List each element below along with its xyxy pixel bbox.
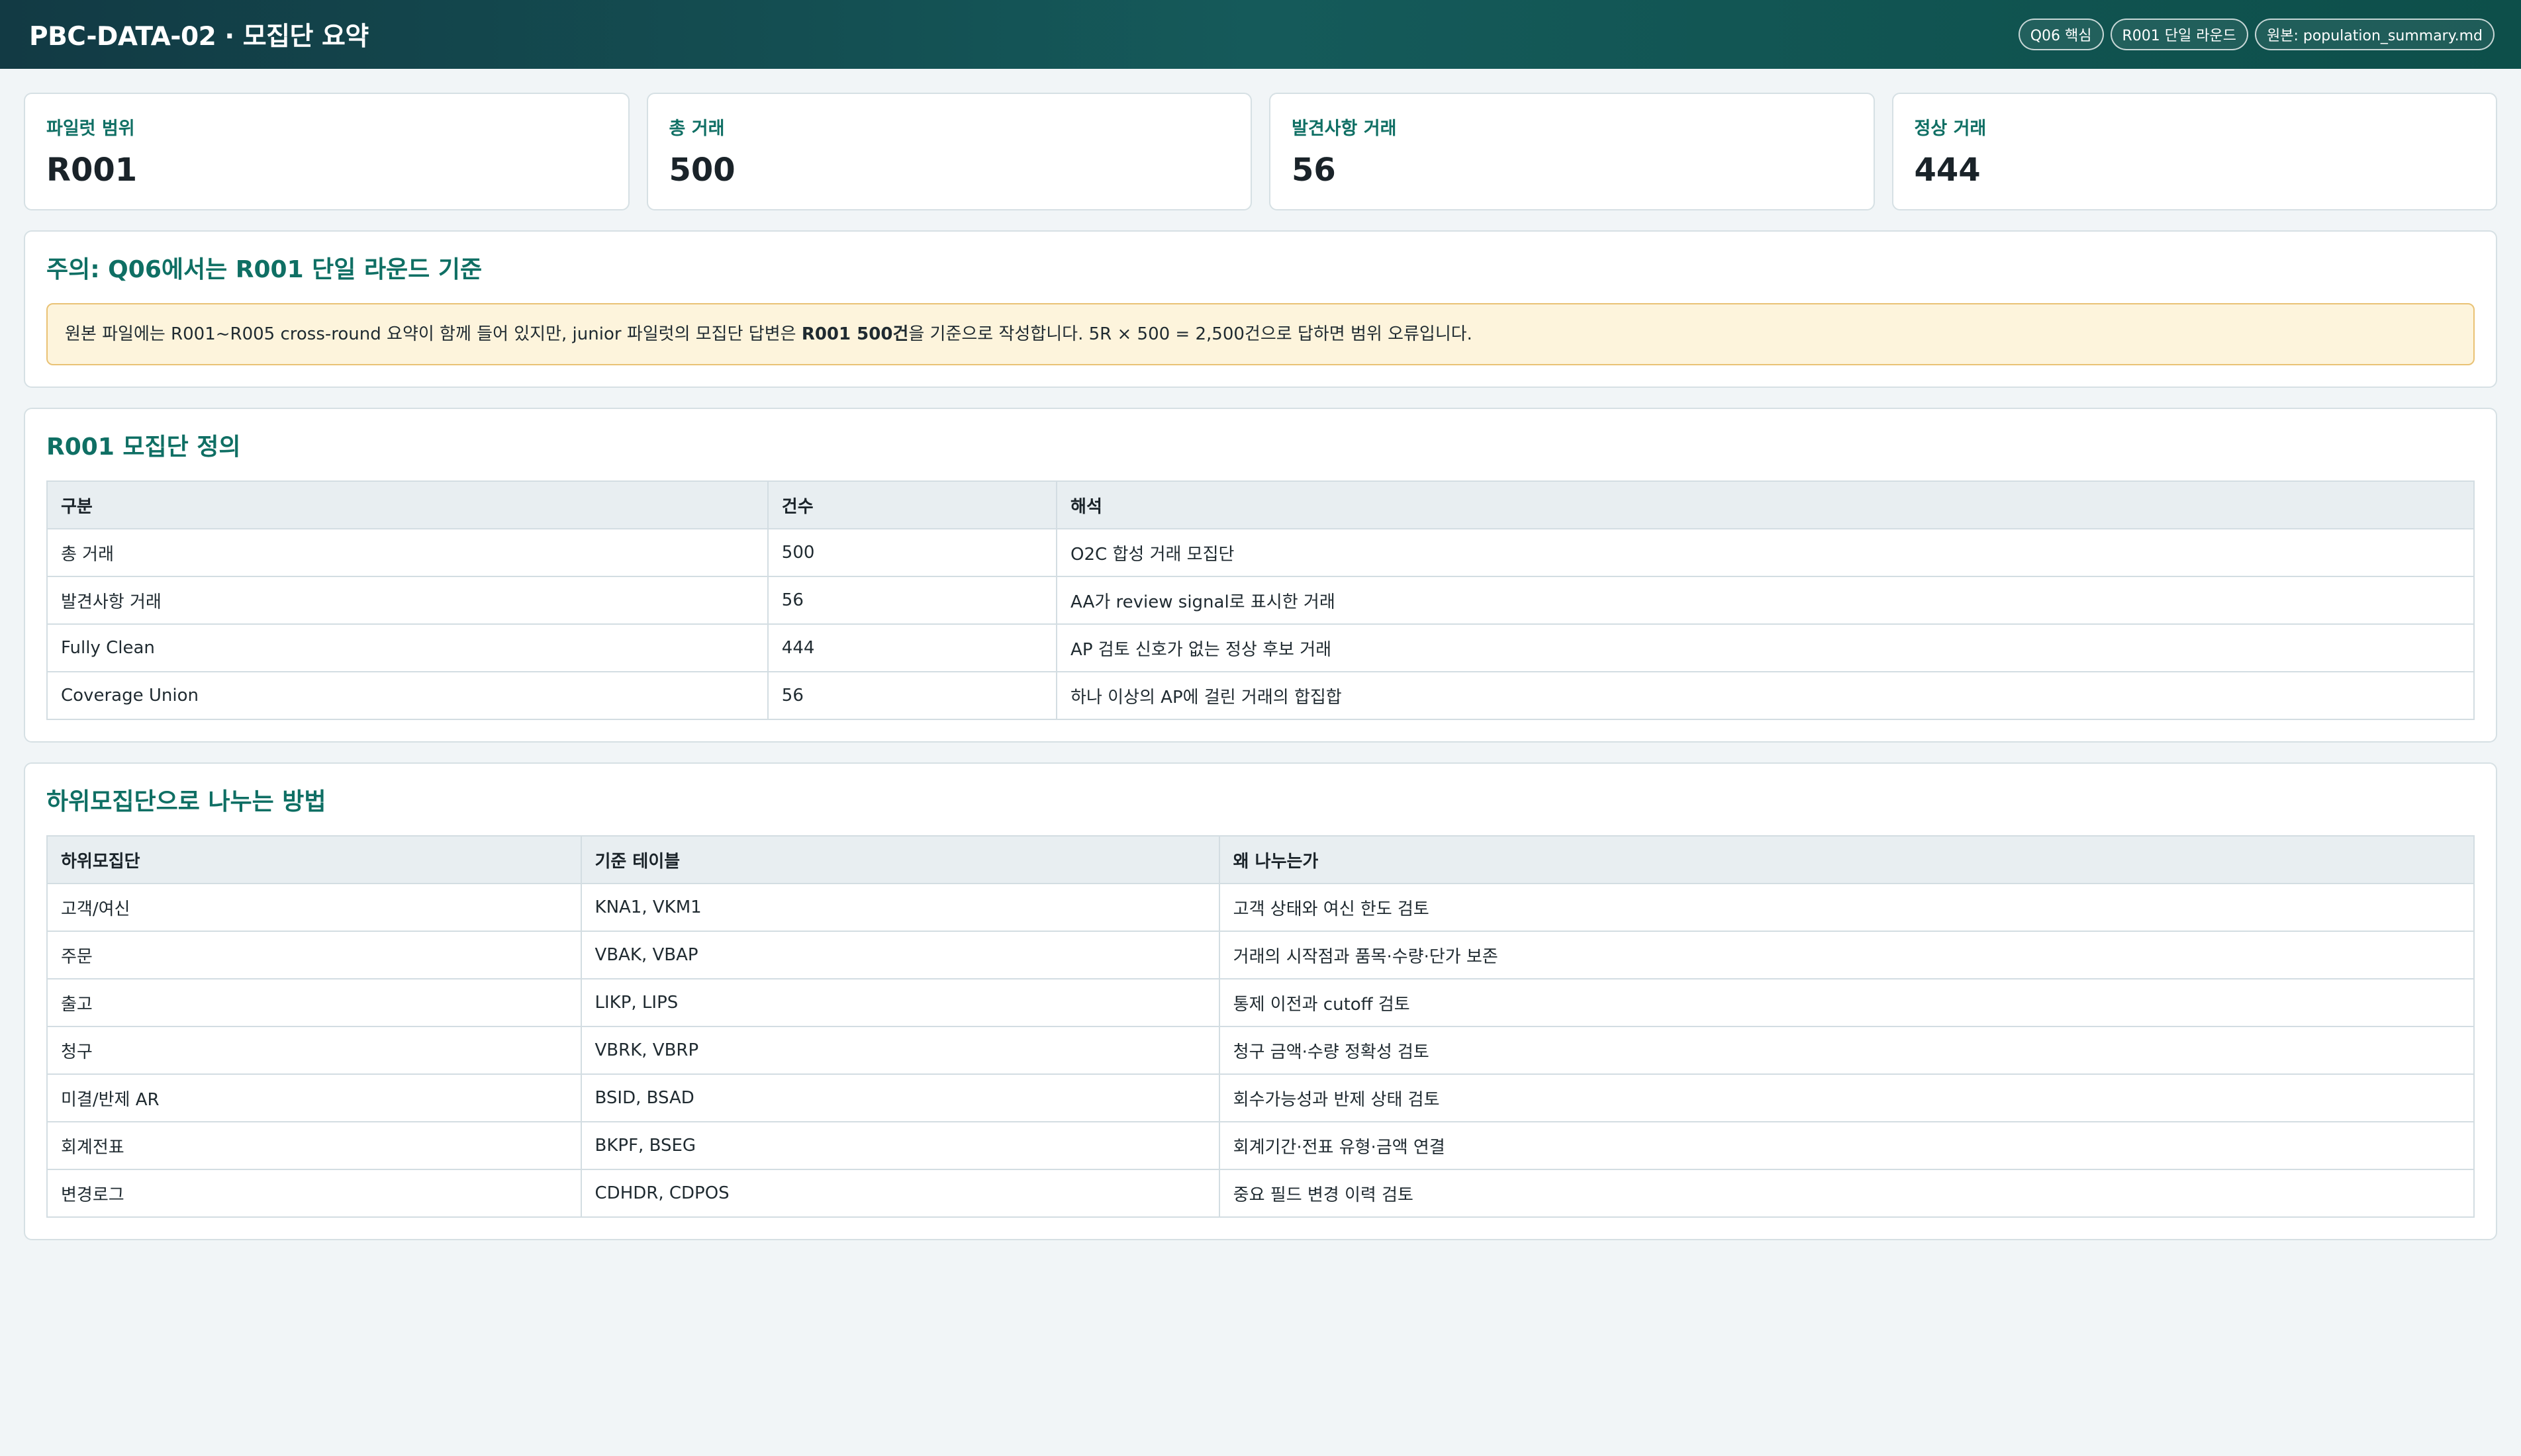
column-header: 하위모집단 <box>46 835 582 884</box>
table-cell: 고객/여신 <box>46 883 582 932</box>
definition-panel: R001 모집단 정의 구분 건수 해석 총 거래 500 O2C 합성 거래 … <box>24 408 2497 743</box>
column-header: 기준 테이블 <box>580 835 1220 884</box>
column-header: 건수 <box>767 480 1058 529</box>
table-cell: AA가 review signal로 표시한 거래 <box>1056 576 2475 625</box>
table-cell: LIKP, LIPS <box>580 978 1220 1027</box>
table-cell: KNA1, VKM1 <box>580 883 1220 932</box>
table-cell: 444 <box>767 623 1058 672</box>
stat-value: R001 <box>46 152 138 189</box>
notice-title: 주의: Q06에서는 R001 단일 라운드 기준 <box>46 256 483 283</box>
page-title: PBC-DATA-02 · 모집단 요약 <box>29 22 369 52</box>
stat-card-normal: 정상 거래 444 <box>1891 93 2497 210</box>
stat-label: 총 거래 <box>669 118 725 139</box>
table-cell: Fully Clean <box>46 623 769 672</box>
stat-cards: 파일럿 범위 R001 총 거래 500 발견사항 거래 56 정상 거래 44… <box>24 93 2497 210</box>
subpopulation-title: 하위모집단으로 나누는 방법 <box>46 788 326 815</box>
badge-round: R001 단일 라운드 <box>2110 19 2248 50</box>
table-cell: O2C 합성 거래 모집단 <box>1056 528 2475 577</box>
badge-source: 원본: population_summary.md <box>2254 19 2495 50</box>
table-header-row: 하위모집단 기준 테이블 왜 나누는가 <box>46 835 2475 884</box>
notice-text-before: 원본 파일에는 R001~R005 cross-round 요약이 함께 들어 … <box>65 324 802 344</box>
stat-value: 444 <box>1914 152 1981 189</box>
badge-q06: Q06 핵심 <box>2018 19 2104 50</box>
notice-box: 원본 파일에는 R001~R005 cross-round 요약이 함께 들어 … <box>46 303 2475 365</box>
table-row: 변경로그 CDHDR, CDPOS 중요 필드 변경 이력 검토 <box>46 1169 2475 1218</box>
stat-label: 정상 거래 <box>1914 118 1987 139</box>
table-header-row: 구분 건수 해석 <box>46 480 2475 529</box>
table-cell: 회계기간·전표 유형·금액 연결 <box>1218 1121 2475 1170</box>
table-cell: 거래의 시작점과 품목·수량·단가 보존 <box>1218 931 2475 979</box>
column-header: 해석 <box>1056 480 2475 529</box>
stat-card-findings: 발견사항 거래 56 <box>1269 93 1875 210</box>
table-cell: 발견사항 거래 <box>46 576 769 625</box>
table-cell: 56 <box>767 576 1058 625</box>
table-cell: 총 거래 <box>46 528 769 577</box>
table-cell: 회계전표 <box>46 1121 582 1170</box>
subpopulation-panel: 하위모집단으로 나누는 방법 하위모집단 기준 테이블 왜 나누는가 고객/여신… <box>24 762 2497 1240</box>
stat-value: 56 <box>1292 152 1336 189</box>
table-row: 출고 LIKP, LIPS 통제 이전과 cutoff 검토 <box>46 978 2475 1027</box>
table-cell: 회수가능성과 반제 상태 검토 <box>1218 1073 2475 1122</box>
stat-card-pilot-scope: 파일럿 범위 R001 <box>24 93 630 210</box>
table-cell: 56 <box>767 671 1058 720</box>
table-row: 회계전표 BKPF, BSEG 회계기간·전표 유형·금액 연결 <box>46 1121 2475 1170</box>
table-row: 발견사항 거래 56 AA가 review signal로 표시한 거래 <box>46 576 2475 625</box>
table-row: Coverage Union 56 하나 이상의 AP에 걸린 거래의 합집합 <box>46 671 2475 720</box>
table-row: Fully Clean 444 AP 검토 신호가 없는 정상 후보 거래 <box>46 623 2475 672</box>
notice-text-after: 을 기준으로 작성합니다. 5R × 500 = 2,500건으로 답하면 범위… <box>908 324 1472 344</box>
table-cell: VBRK, VBRP <box>580 1026 1220 1075</box>
subpopulation-table: 하위모집단 기준 테이블 왜 나누는가 고객/여신 KNA1, VKM1 고객 … <box>46 835 2475 1218</box>
table-cell: 청구 금액·수량 정확성 검토 <box>1218 1026 2475 1075</box>
table-cell: 중요 필드 변경 이력 검토 <box>1218 1169 2475 1218</box>
stat-card-total: 총 거래 500 <box>646 93 1252 210</box>
table-cell: BKPF, BSEG <box>580 1121 1220 1170</box>
table-cell: 500 <box>767 528 1058 577</box>
header-bar: PBC-DATA-02 · 모집단 요약 Q06 핵심 R001 단일 라운드 … <box>0 0 2521 69</box>
table-row: 주문 VBAK, VBAP 거래의 시작점과 품목·수량·단가 보존 <box>46 931 2475 979</box>
table-cell: 변경로그 <box>46 1169 582 1218</box>
notice-text-bold: R001 500건 <box>801 324 909 344</box>
header-badges: Q06 핵심 R001 단일 라운드 원본: population_summar… <box>2018 19 2495 50</box>
column-header: 왜 나누는가 <box>1218 835 2475 884</box>
table-cell: 미결/반제 AR <box>46 1073 582 1122</box>
table-row: 고객/여신 KNA1, VKM1 고객 상태와 여신 한도 검토 <box>46 883 2475 932</box>
table-cell: VBAK, VBAP <box>580 931 1220 979</box>
notice-panel: 주의: Q06에서는 R001 단일 라운드 기준 원본 파일에는 R001~R… <box>24 230 2497 388</box>
stat-label: 발견사항 거래 <box>1292 118 1397 139</box>
table-cell: Coverage Union <box>46 671 769 720</box>
table-row: 미결/반제 AR BSID, BSAD 회수가능성과 반제 상태 검토 <box>46 1073 2475 1122</box>
table-cell: AP 검토 신호가 없는 정상 후보 거래 <box>1056 623 2475 672</box>
table-row: 청구 VBRK, VBRP 청구 금액·수량 정확성 검토 <box>46 1026 2475 1075</box>
table-cell: 출고 <box>46 978 582 1027</box>
definition-title: R001 모집단 정의 <box>46 433 241 461</box>
table-cell: CDHDR, CDPOS <box>580 1169 1220 1218</box>
table-cell: BSID, BSAD <box>580 1073 1220 1122</box>
stat-value: 500 <box>669 152 736 189</box>
table-cell: 하나 이상의 AP에 걸린 거래의 합집합 <box>1056 671 2475 720</box>
table-cell: 통제 이전과 cutoff 검토 <box>1218 978 2475 1027</box>
table-cell: 주문 <box>46 931 582 979</box>
table-cell: 청구 <box>46 1026 582 1075</box>
main-content: 파일럿 범위 R001 총 거래 500 발견사항 거래 56 정상 거래 44… <box>0 69 2521 1240</box>
stat-label: 파일럿 범위 <box>46 118 135 139</box>
table-row: 총 거래 500 O2C 합성 거래 모집단 <box>46 528 2475 577</box>
definition-table: 구분 건수 해석 총 거래 500 O2C 합성 거래 모집단 발견사항 거래 … <box>46 480 2475 720</box>
table-cell: 고객 상태와 여신 한도 검토 <box>1218 883 2475 932</box>
column-header: 구분 <box>46 480 769 529</box>
